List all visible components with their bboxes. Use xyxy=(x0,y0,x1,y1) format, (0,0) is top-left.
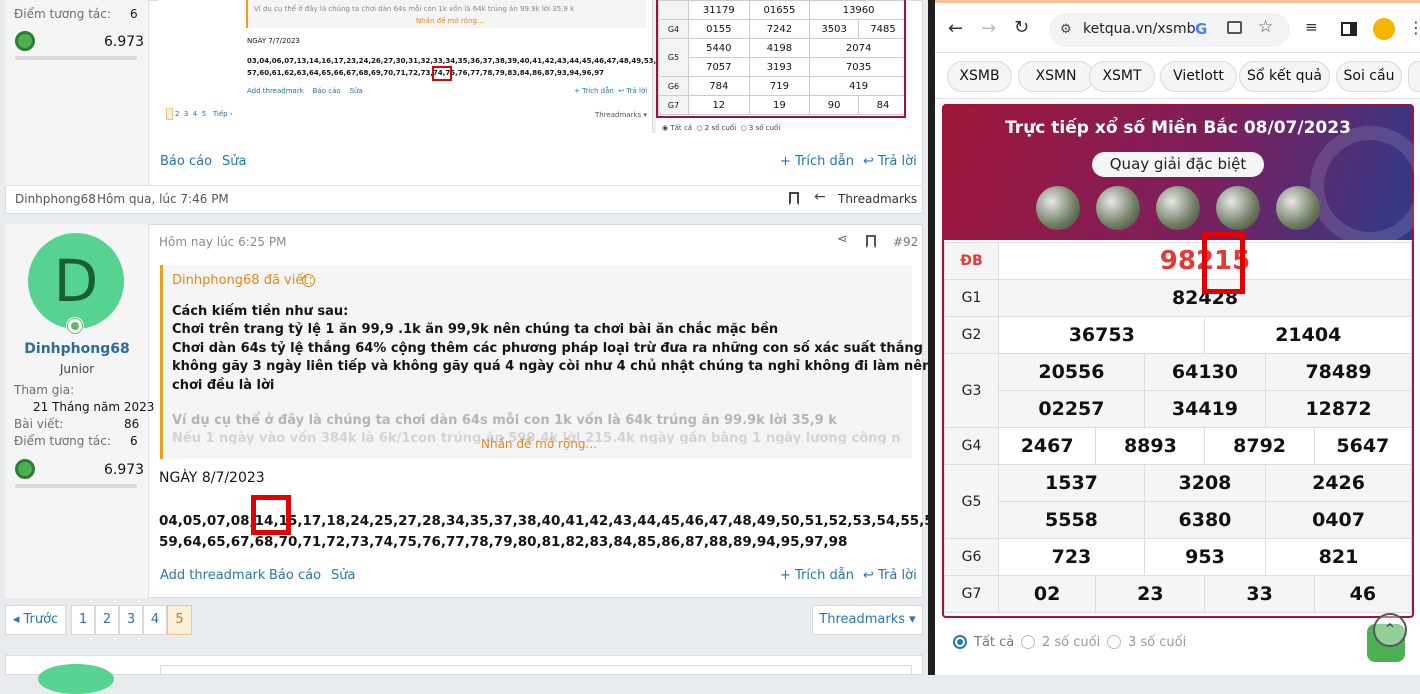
online-status-icon xyxy=(66,317,84,335)
radio-all[interactable] xyxy=(953,635,967,649)
reply-button[interactable]: ↩ Trả lời xyxy=(863,568,917,583)
nav-xsmb[interactable]: XSMB xyxy=(947,61,1012,92)
divider xyxy=(5,185,923,186)
username[interactable]: Dinhphong68 xyxy=(5,341,149,357)
highlight-box xyxy=(251,495,291,535)
expand-link[interactable]: Nhấn để mở rộng... xyxy=(481,437,597,451)
previous-user-column xyxy=(5,0,149,185)
side-panel-icon[interactable] xyxy=(1341,22,1357,36)
post-number[interactable]: #92 xyxy=(893,235,918,249)
highlight-box xyxy=(1202,232,1245,294)
previous-reactions-label: Điểm tương tác: xyxy=(14,7,111,21)
radio-all-label[interactable]: Tất cả xyxy=(974,635,1014,650)
post-date: NGÀY 8/7/2023 xyxy=(159,470,265,486)
points-value: 6.973 xyxy=(104,462,145,478)
prev-page-button[interactable]: ◂ Trước xyxy=(5,605,66,635)
quote-line: Chơi dàn 64s tỷ lệ thắng 64% cộng thêm c… xyxy=(172,341,1014,356)
radio-last3[interactable] xyxy=(1107,635,1121,649)
profile-icon[interactable] xyxy=(1373,18,1395,40)
nav-xsmt[interactable]: XSMT xyxy=(1089,61,1155,92)
menu-icon[interactable]: ⋮ xyxy=(1408,18,1420,37)
joined-label: Tham gia: xyxy=(14,383,75,397)
page-5-current[interactable]: 5 xyxy=(167,605,192,635)
lottery-ball-icon xyxy=(1276,186,1320,230)
radio-last3-label[interactable]: 3 số cuối xyxy=(1128,635,1186,650)
page-1[interactable]: 1 xyxy=(71,605,95,635)
back-icon[interactable]: ← xyxy=(948,18,963,39)
avatar[interactable] xyxy=(38,664,114,694)
nav-so-ket-qua[interactable]: Sổ kết quả xyxy=(1239,61,1330,92)
add-threadmark-link[interactable]: Add threadmark xyxy=(160,568,265,583)
arrow-left-icon[interactable]: ← xyxy=(814,189,826,205)
lottery-ball-icon xyxy=(1216,186,1260,230)
medal-icon xyxy=(15,459,35,479)
numbers-line: 59,64,65,67,68,70,71,72,73,74,75,76,77,7… xyxy=(159,534,848,550)
share-icon[interactable]: ⋖ xyxy=(837,232,848,247)
radio-last2[interactable] xyxy=(1021,635,1035,649)
bookmark-star-icon[interactable]: ☆ xyxy=(1258,17,1273,37)
joined-value: 21 Tháng năm 2023 xyxy=(33,400,155,414)
post-time[interactable]: Hôm nay lúc 6:25 PM xyxy=(159,235,286,249)
previous-author[interactable]: Dinhphong68 xyxy=(15,192,96,206)
lottery-ball-icon xyxy=(1096,186,1140,230)
lottery-ball-icon xyxy=(1036,186,1080,230)
points-bar xyxy=(15,484,137,488)
nav-xsmn[interactable]: XSMN xyxy=(1018,61,1094,92)
posts-value: 86 xyxy=(124,417,140,431)
nav-divider xyxy=(935,98,1420,99)
quote-faded-line: Ví dụ cụ thể ở đây là chúng ta chơi dàn … xyxy=(172,413,837,428)
forward-icon[interactable]: → xyxy=(981,18,996,39)
window-divider xyxy=(928,0,935,675)
site-settings-icon[interactable]: ⚙ xyxy=(1060,22,1072,37)
reload-icon[interactable]: ↻ xyxy=(1014,17,1029,38)
page-3[interactable]: 3 xyxy=(119,605,143,635)
tab-strip xyxy=(935,0,1420,3)
media-icon[interactable]: ≡ xyxy=(1305,18,1318,36)
posts-label: Bài viết: xyxy=(14,417,64,431)
reactions-label: Điểm tương tác: xyxy=(14,434,111,448)
threadmarks-dropdown[interactable]: Threadmarks ▾ xyxy=(812,605,923,635)
page-4[interactable]: 4 xyxy=(143,605,167,635)
previous-report-link[interactable]: Báo cáo xyxy=(160,154,212,169)
previous-quote-button[interactable]: + Trích dẫn xyxy=(780,154,854,169)
quote-line: Cách kiếm tiền như sau: xyxy=(172,304,349,319)
report-link[interactable]: Báo cáo xyxy=(269,568,321,583)
share-icon[interactable] xyxy=(1227,21,1242,34)
previous-points: 6.973 xyxy=(104,34,145,50)
quote-line: Chơi trên trang tỷ lệ 1 ăn 99,9 .1k ăn 9… xyxy=(172,322,779,337)
scroll-top-icon[interactable]: ⌃ xyxy=(1373,613,1407,647)
reactions-value: 6 xyxy=(130,434,138,448)
medal-icon xyxy=(15,31,35,51)
spin-special-button[interactable]: Quay giải đặc biệt xyxy=(1092,152,1264,177)
embedded-screenshot: Ví dụ cụ thể ở đây là chúng ta chơi dàn … xyxy=(158,0,908,133)
nav-more[interactable] xyxy=(1408,61,1420,92)
quote-line: chơi đều là lời xyxy=(172,378,275,393)
page-2[interactable]: 2 xyxy=(95,605,119,635)
edit-link[interactable]: Sửa xyxy=(331,568,355,583)
threadmarks-link[interactable]: Threadmarks xyxy=(838,192,917,206)
google-icon[interactable]: G xyxy=(1195,20,1207,38)
bookmark-icon[interactable] xyxy=(789,192,799,205)
points-bar xyxy=(15,56,137,60)
next-quote-block xyxy=(160,665,912,675)
nav-vietlott[interactable]: Vietlott xyxy=(1160,61,1237,92)
arrow-up-icon[interactable] xyxy=(302,274,315,287)
quote-line: không gãy 3 ngày liên tiếp và không gãy … xyxy=(172,359,1011,374)
previous-time[interactable]: Hôm qua, lúc 7:46 PM xyxy=(97,192,229,206)
quote-button[interactable]: + Trích dẫn xyxy=(780,568,854,583)
toolbar-divider xyxy=(935,52,1420,53)
previous-edit-link[interactable]: Sửa xyxy=(222,154,246,169)
lottery-ball-icon xyxy=(1156,186,1200,230)
previous-reply-button[interactable]: ↩ Trả lời xyxy=(863,154,917,169)
radio-last2-label[interactable]: 2 số cuối xyxy=(1042,635,1100,650)
nav-soi-cau[interactable]: Soi cầu xyxy=(1336,61,1402,92)
quote-author[interactable]: Dinhphong68 đã viết: xyxy=(172,273,313,288)
previous-reactions-value: 6 xyxy=(130,7,138,21)
lottery-balls xyxy=(944,186,1412,236)
bookmark-icon[interactable] xyxy=(866,235,876,248)
url-text[interactable]: ketqua.vn/xsmb xyxy=(1083,21,1195,37)
user-rank: Junior xyxy=(59,362,95,376)
avatar[interactable]: D xyxy=(28,233,124,329)
results-table: ĐB 98215 G1 82428 G2 36753 21404 G3 20556 6413… xyxy=(944,242,1413,613)
